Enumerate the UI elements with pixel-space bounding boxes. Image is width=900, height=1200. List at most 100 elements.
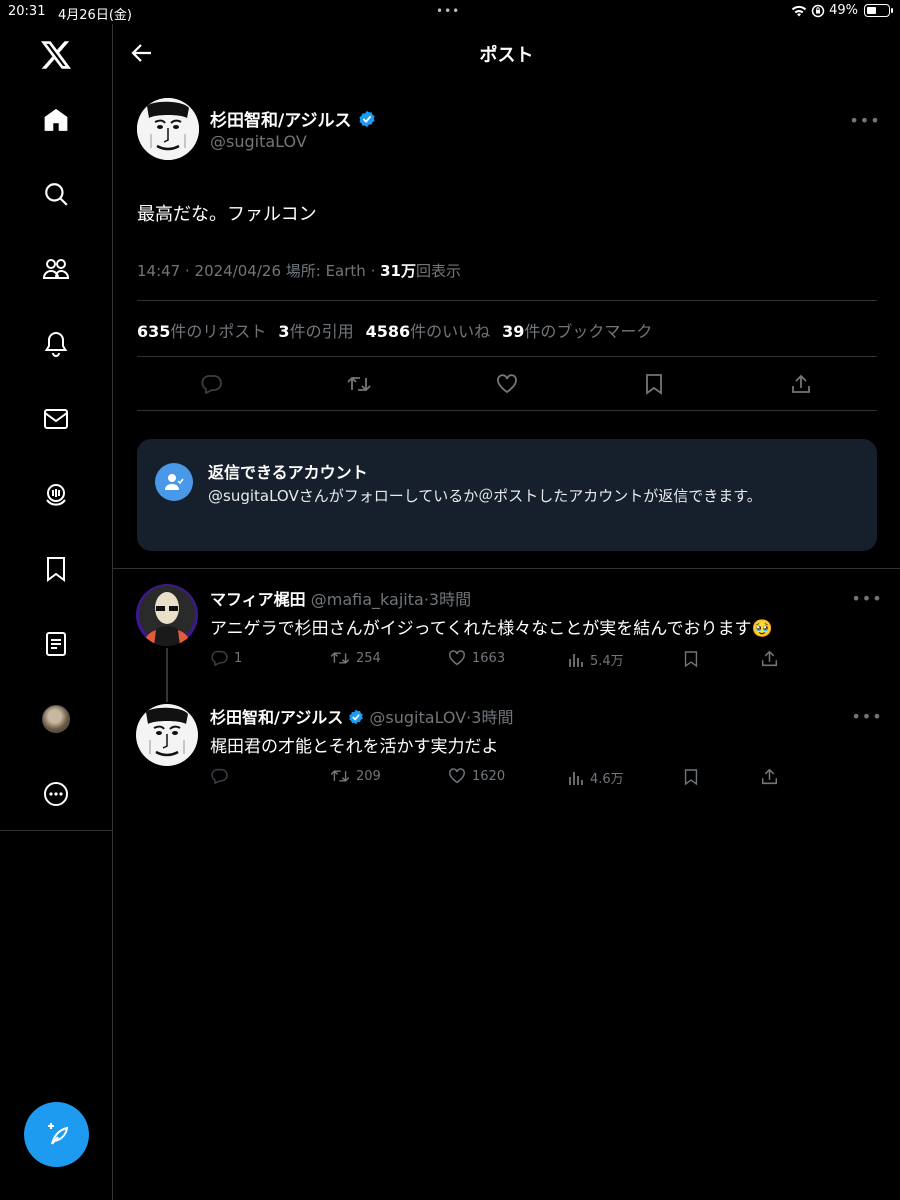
like-heart-icon [449, 768, 465, 784]
retweet-count: 254 [356, 650, 381, 666]
post-meta: 14:47 · 2024/04/26 場所: Earth · 31万回表示 [137, 260, 461, 281]
reply-author-handle[interactable]: @sugitaLOV [369, 708, 466, 727]
divider [137, 410, 877, 411]
post-actions [137, 360, 877, 408]
profile-avatar[interactable] [38, 701, 74, 737]
views-count: 4.6万 [590, 772, 624, 787]
messages-envelope-icon[interactable] [38, 401, 74, 437]
communities-icon[interactable] [38, 251, 74, 287]
author-avatar[interactable] [137, 98, 199, 160]
reply-restriction-title: 返信できるアカウント [208, 463, 368, 482]
avatar-face-illustration [136, 704, 198, 766]
battery-icon [864, 4, 893, 17]
reply-comment-button[interactable] [210, 768, 234, 784]
stat-likes[interactable]: 4586件のいいね [366, 318, 491, 342]
bookmark-icon[interactable] [642, 372, 666, 396]
status-date: 4月26日(金) [58, 8, 132, 23]
battery-percent: 49% [829, 3, 858, 18]
reply-more-icon[interactable]: ••• [851, 589, 881, 608]
like-count: 1620 [472, 768, 506, 784]
retweet-icon[interactable] [347, 372, 371, 396]
reply-avatar[interactable] [136, 704, 198, 766]
author-handle[interactable]: @sugitaLOV [210, 132, 307, 151]
reply-share-button[interactable] [761, 650, 778, 667]
reply-text: 梶田君の才能とそれを活かす実力だよ [210, 737, 499, 757]
reply-actions: 1 254 1663 5.4万 [210, 650, 790, 670]
main-column: ポスト 杉田智和/アジルス @sugitaLOV ••• 最高だな。ファルコン … [113, 24, 900, 1200]
like-count: 1663 [472, 650, 506, 666]
search-icon[interactable] [38, 176, 74, 212]
author-name[interactable]: 杉田智和/アジルス [210, 106, 376, 131]
views-bar-chart-icon [569, 653, 583, 667]
reply-restriction-card: 返信できるアカウント @sugitaLOVさんがフォローしているか＠ポストしたア… [137, 439, 877, 551]
thread-line [166, 648, 168, 702]
divider [137, 356, 877, 357]
retweet-count: 209 [356, 768, 381, 784]
like-heart-icon[interactable] [495, 372, 519, 396]
reply-like-button[interactable]: 1620 [448, 768, 505, 784]
post-more-icon[interactable]: ••• [849, 111, 879, 130]
post-text: 最高だな。ファルコン [137, 204, 317, 225]
reply-icon [211, 650, 228, 666]
reply-bookmark-button[interactable] [684, 650, 698, 668]
rotation-lock-icon [811, 4, 825, 17]
reply-text: アニゲラで杉田さんがイジってくれた様々なことが実を結んでおります🥹 [210, 619, 773, 639]
status-bar: 20:31 4月26日(金) ••• 49% [0, 0, 900, 24]
feather-plus-icon [47, 1122, 68, 1145]
wifi-icon [791, 5, 807, 16]
reply-restriction-description: @sugitaLOVさんがフォローしているか＠ポストしたアカウントが返信できます… [208, 487, 762, 505]
avatar-face-illustration [137, 98, 199, 160]
reply-actions: 209 1620 4.6万 [210, 768, 790, 788]
more-circle-icon[interactable] [38, 776, 74, 812]
reply-time: ·3時間 [466, 708, 514, 727]
views-bar-chart-icon [569, 771, 583, 785]
bookmark-icon [684, 651, 698, 668]
reply-icon[interactable] [199, 372, 223, 396]
lists-icon[interactable] [38, 626, 74, 662]
retweet-icon [330, 770, 350, 782]
bookmarks-icon[interactable] [38, 551, 74, 587]
reply-share-button[interactable] [761, 768, 778, 785]
home-icon[interactable] [38, 102, 74, 138]
reply-header: 杉田智和/アジルス @sugitaLOV·3時間 [210, 704, 513, 728]
notifications-bell-icon[interactable] [38, 326, 74, 362]
share-icon [761, 768, 778, 785]
author-name-text: 杉田智和/アジルス [210, 111, 352, 131]
reply-like-button[interactable]: 1663 [448, 650, 505, 666]
status-time: 20:31 [8, 4, 46, 19]
reply-author-name[interactable]: マフィア梶田 [210, 590, 306, 609]
reply-author-handle[interactable]: @mafia_kajita [311, 590, 424, 609]
reply-comment-button[interactable]: 1 [210, 650, 242, 666]
compose-post-button[interactable] [24, 1102, 89, 1167]
stat-quotes[interactable]: 3件の引用 [278, 318, 353, 342]
reply-time: ·3時間 [423, 590, 472, 609]
reply-author-name[interactable]: 杉田智和/アジルス [210, 708, 343, 727]
reply-avatar[interactable] [136, 584, 198, 646]
multitasking-dots[interactable]: ••• [436, 4, 460, 18]
avatar [42, 705, 70, 733]
views-label: 回表示 [415, 262, 461, 280]
sidebar-divider [0, 830, 113, 831]
reply-more-icon[interactable]: ••• [851, 707, 881, 726]
share-icon[interactable] [789, 372, 813, 396]
like-heart-icon [449, 650, 465, 666]
sidebar [0, 24, 113, 1200]
reply-bookmark-button[interactable] [684, 768, 698, 786]
follow-user-icon [155, 463, 193, 501]
x-logo-icon[interactable] [38, 37, 74, 73]
reply-views-button[interactable]: 4.6万 [568, 768, 624, 787]
stat-reposts[interactable]: 635件のリポスト [137, 318, 266, 342]
reply-views-button[interactable]: 5.4万 [568, 650, 624, 669]
retweet-icon [330, 652, 350, 664]
reply-retweet-button[interactable]: 209 [330, 768, 381, 784]
share-icon [761, 650, 778, 667]
stat-bookmarks[interactable]: 39件のブックマーク [502, 318, 652, 342]
reply-header: マフィア梶田 @mafia_kajita·3時間 [210, 586, 471, 610]
spaces-microphone-icon[interactable] [38, 476, 74, 512]
status-right: 49% [791, 3, 893, 18]
bookmark-icon [684, 769, 698, 786]
views-count: 31万 [380, 262, 416, 280]
page-title: ポスト [479, 45, 534, 66]
reply-retweet-button[interactable]: 254 [330, 650, 381, 666]
post-stats: 635件のリポスト 3件の引用 4586件のいいね 39件のブックマーク [137, 318, 652, 342]
